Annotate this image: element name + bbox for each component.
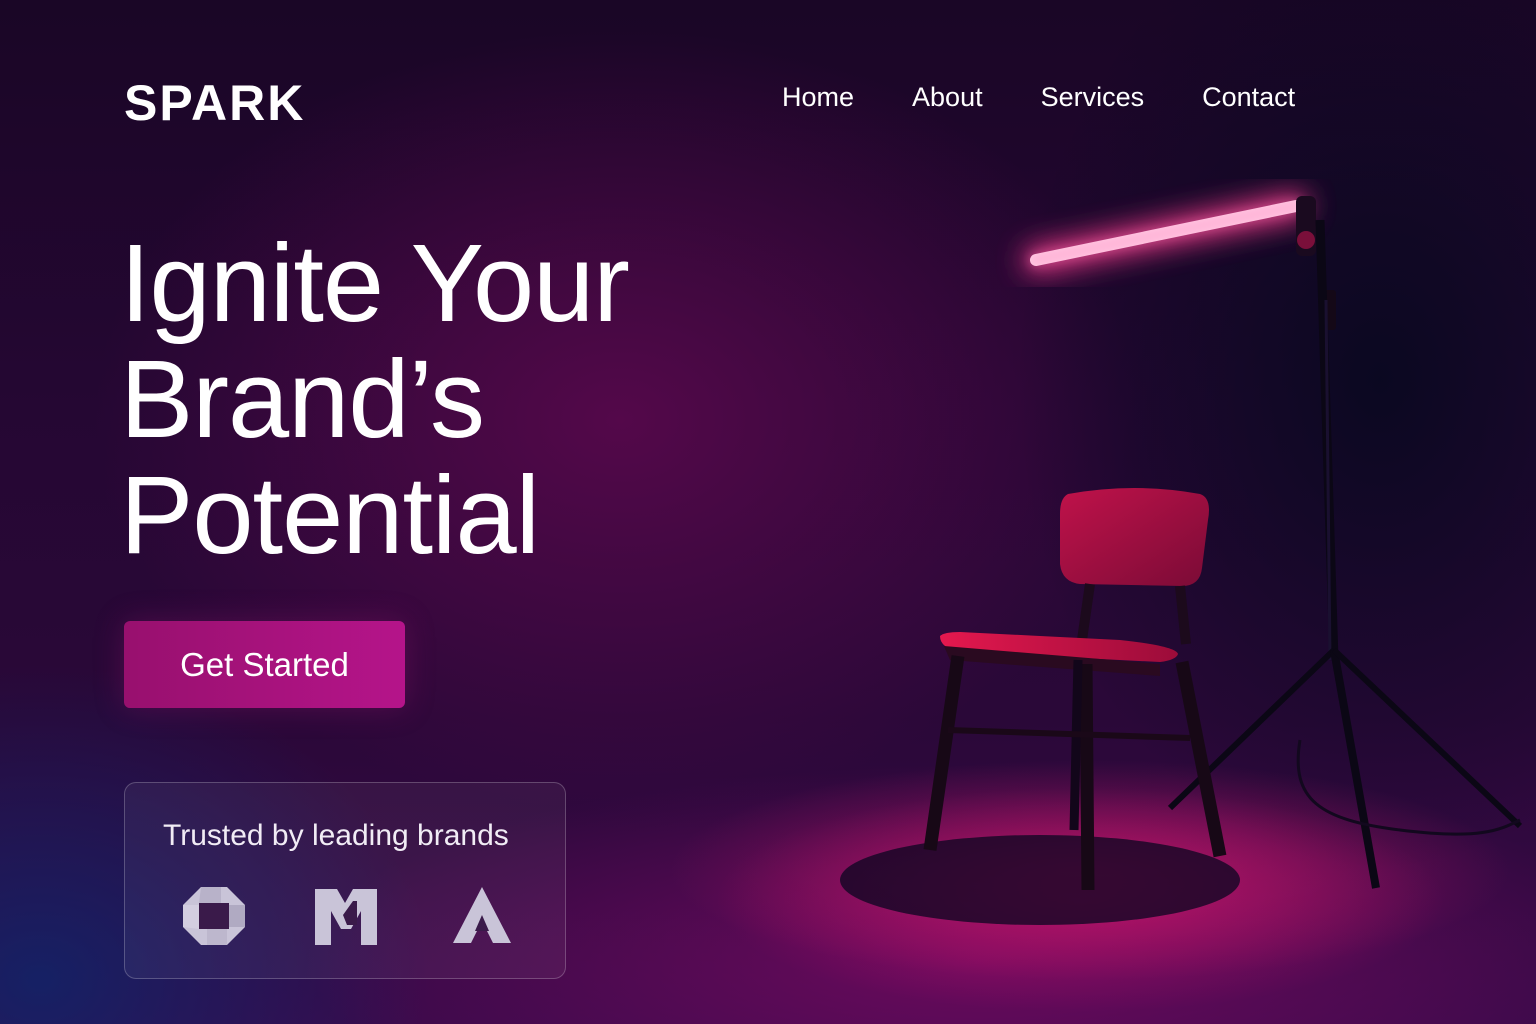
headline-line: Ignite Your bbox=[120, 222, 630, 345]
hero-headline: Ignite Your Brand’s Potential bbox=[120, 222, 630, 577]
trusted-brands-title: Trusted by leading brands bbox=[163, 819, 509, 852]
site-logo[interactable]: SPARK bbox=[124, 74, 305, 132]
nav-link-contact[interactable]: Contact bbox=[1202, 82, 1295, 113]
a-triangle-brand-logo-icon bbox=[449, 885, 515, 947]
nav-link-home[interactable]: Home bbox=[782, 82, 854, 113]
get-started-button[interactable]: Get Started bbox=[124, 621, 405, 708]
octagon-brand-logo-icon bbox=[181, 885, 247, 947]
headline-line: Potential bbox=[120, 454, 540, 577]
main-nav: Home About Services Contact bbox=[782, 82, 1353, 113]
trusted-brands-card: Trusted by leading brands bbox=[124, 782, 566, 979]
nav-link-about[interactable]: About bbox=[912, 82, 983, 113]
nav-link-services[interactable]: Services bbox=[1041, 82, 1145, 113]
headline-line: Brand’s bbox=[120, 338, 485, 461]
m-brand-logo-icon bbox=[313, 885, 379, 947]
